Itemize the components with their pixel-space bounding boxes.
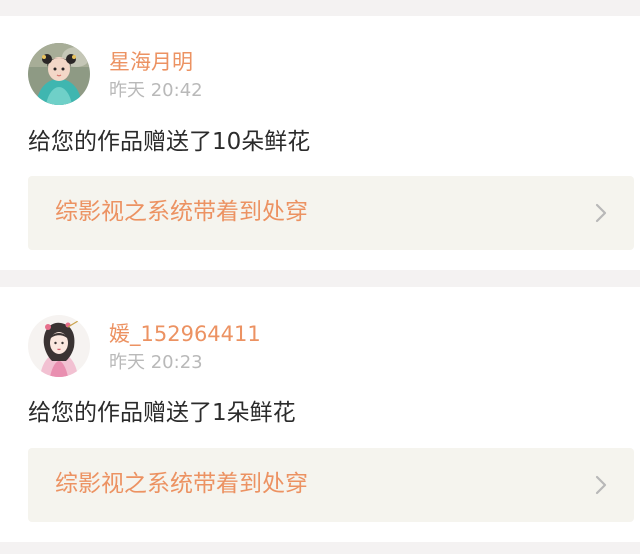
gift-message: 给您的作品赠送了10朵鲜花: [28, 129, 311, 155]
timestamp: 昨天 20:42: [109, 80, 203, 101]
ancient-lady-illustration-avatar-icon: [28, 315, 90, 377]
user-name[interactable]: 星海月明: [109, 48, 193, 76]
gift-notification-card: 媛_152964411 昨天 20:23 给您的作品赠送了1朵鲜花 综影视之系统…: [0, 287, 640, 542]
chevron-right-icon: [595, 475, 607, 495]
user-avatar[interactable]: [28, 43, 90, 105]
girl-teal-costume-avatar-icon: [28, 43, 90, 105]
user-avatar[interactable]: [28, 315, 90, 377]
work-title: 综影视之系统带着到处穿: [55, 471, 308, 497]
work-link[interactable]: 综影视之系统带着到处穿: [28, 176, 634, 250]
chevron-right-icon: [595, 203, 607, 223]
user-name[interactable]: 媛_152964411: [109, 320, 261, 348]
gift-notification-feed: 星海月明 昨天 20:42 给您的作品赠送了10朵鲜花 综影视之系统带着到处穿: [0, 0, 640, 554]
gift-notification-card: 星海月明 昨天 20:42 给您的作品赠送了10朵鲜花 综影视之系统带着到处穿: [0, 16, 640, 270]
timestamp: 昨天 20:23: [109, 352, 203, 373]
work-title: 综影视之系统带着到处穿: [55, 199, 308, 225]
work-link[interactable]: 综影视之系统带着到处穿: [28, 448, 634, 522]
gift-message: 给您的作品赠送了1朵鲜花: [28, 400, 296, 426]
